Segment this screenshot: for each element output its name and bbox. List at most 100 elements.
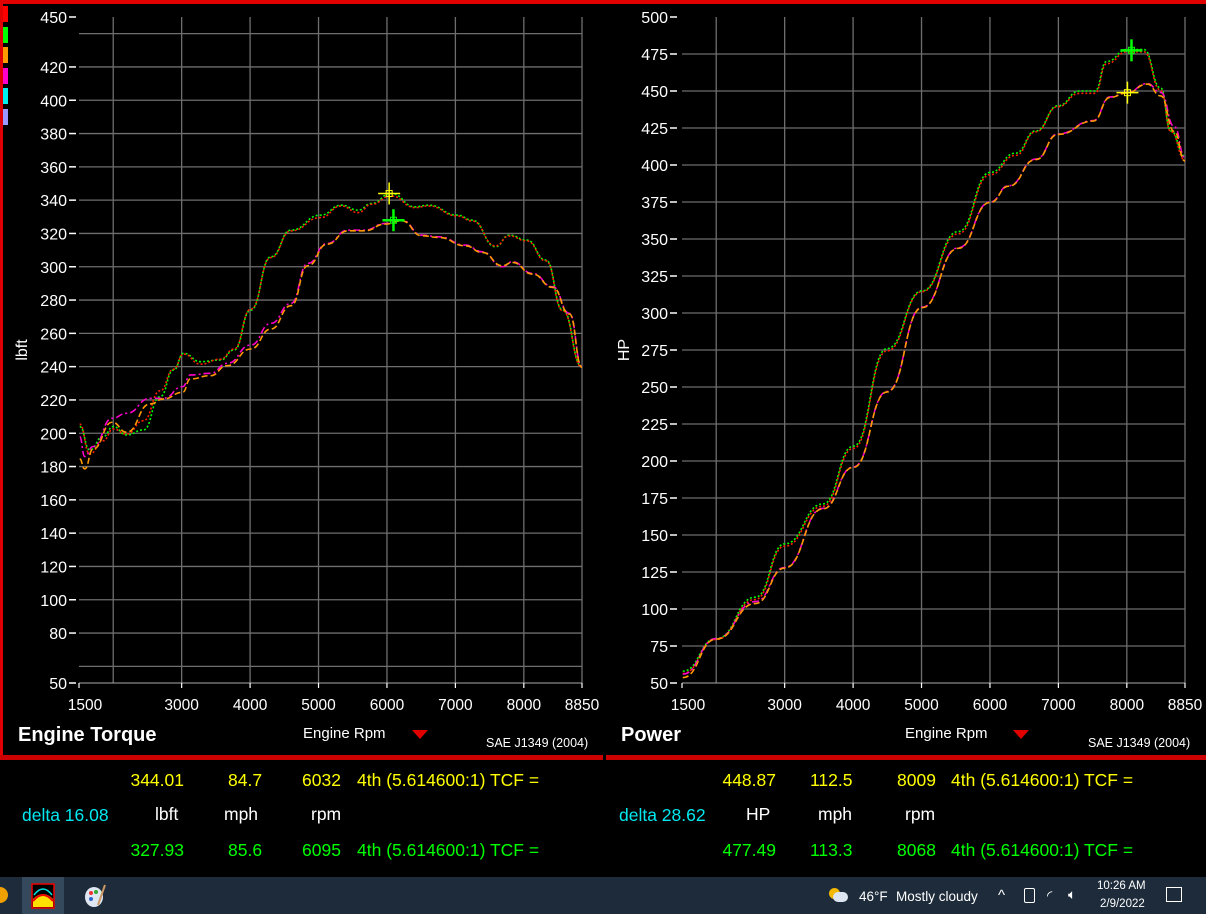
x-tick-label: 8850 [1168, 697, 1203, 714]
separator [0, 755, 603, 760]
y-tick-label: 50 [49, 676, 67, 693]
y-tick-label: 500 [641, 10, 668, 27]
power-chart-title: Power [621, 724, 681, 747]
weather-text[interactable]: Mostly cloudy [896, 889, 978, 904]
y-tick-label: 240 [40, 360, 67, 377]
x-tick-label: 3000 [767, 697, 802, 714]
y-tick-label: 140 [40, 526, 67, 543]
x-tick-label: 1500 [671, 697, 706, 714]
power-lower-value: 477.49 [690, 840, 776, 861]
chrome-icon[interactable] [0, 887, 8, 903]
taskbar: 46°F Mostly cloudy ^ ◜ 🔈︎ 10:26 AM 2/9/2… [0, 877, 1206, 914]
x-tick-label: 4000 [233, 697, 268, 714]
power-delta: delta 28.62 [619, 805, 706, 826]
x-tick-label: 7000 [438, 697, 473, 714]
x-tick-label: 7000 [1041, 697, 1076, 714]
show-hidden-icons-chevron-icon[interactable]: ^ [998, 887, 1005, 904]
y-tick-label: 175 [641, 491, 668, 508]
x-tick-label: 4000 [836, 697, 871, 714]
y-tick-label: 200 [641, 454, 668, 471]
y-tick-label: 340 [40, 193, 67, 210]
y-tick-label: 180 [40, 460, 67, 477]
y-tick-label: 120 [40, 559, 67, 576]
notifications-icon[interactable] [1166, 887, 1182, 902]
y-tick-label: 200 [40, 426, 67, 443]
torque-xaxis-label[interactable]: Engine Rpm [303, 725, 386, 742]
x-tick-label: 6000 [370, 697, 405, 714]
y-tick-label: 380 [40, 127, 67, 144]
x-tick-label: 5000 [301, 697, 336, 714]
y-tick-label: 350 [641, 232, 668, 249]
y-tick-label: 475 [641, 47, 668, 64]
y-tick-label: 420 [40, 60, 67, 77]
taskbar-app-dyno[interactable] [22, 877, 64, 914]
y-tick-label: 75 [650, 639, 668, 656]
series-line-run1-red [80, 196, 582, 454]
series-line-run1-red [683, 52, 1185, 674]
power-xaxis-label[interactable]: Engine Rpm [905, 725, 988, 742]
y-tick-label: 375 [641, 195, 668, 212]
xaxis-dropdown-arrow-icon[interactable] [1013, 730, 1029, 739]
y-tick-label: 400 [40, 93, 67, 110]
y-tick-label: 360 [40, 160, 67, 177]
x-tick-label: 8000 [507, 697, 542, 714]
weather-cloudy-icon[interactable] [829, 888, 847, 901]
rpm-unit: rpm [905, 804, 935, 825]
series-line-run2-magenta [80, 220, 582, 456]
cursor-crosshair [1116, 82, 1138, 104]
power-chart: 5004754504254003753503253002752502252001… [616, 10, 1203, 714]
torque-upper-rpm: 6032 [302, 770, 341, 791]
x-tick-label: 3000 [164, 697, 199, 714]
y-tick-label: 125 [641, 565, 668, 582]
speed-unit: mph [818, 804, 852, 825]
y-tick-label: 100 [641, 602, 668, 619]
y-tick-label: 80 [49, 626, 67, 643]
x-tick-label: 6000 [973, 697, 1008, 714]
y-tick-label: 275 [641, 343, 668, 360]
y-tick-label: 250 [641, 380, 668, 397]
power-upper-gear: 4th (5.614600:1) TCF = [951, 770, 1133, 791]
rpm-unit: rpm [311, 804, 341, 825]
cursor-crosshair [378, 182, 400, 204]
torque-delta: delta 16.08 [22, 805, 109, 826]
series-line-run1-green [683, 50, 1185, 672]
power-lower-speed: 113.3 [810, 840, 853, 861]
xaxis-dropdown-arrow-icon[interactable] [412, 730, 428, 739]
x-tick-label: 8850 [565, 697, 600, 714]
torque-upper-gear: 4th (5.614600:1) TCF = [357, 770, 539, 791]
dyno-charts: 4504204003803603403203002802602402202001… [0, 0, 1206, 760]
power-upper-rpm: 8009 [897, 770, 936, 791]
x-tick-label: 8000 [1110, 697, 1145, 714]
wifi-icon[interactable]: ◜ [1047, 888, 1052, 904]
clock-date[interactable]: 2/9/2022 [1100, 898, 1145, 910]
torque-chart: 4504204003803603403203002802602402202001… [14, 10, 600, 714]
x-tick-label: 1500 [68, 697, 103, 714]
torque-lower-rpm: 6095 [302, 840, 341, 861]
power-lower-gear: 4th (5.614600:1) TCF = [951, 840, 1133, 861]
series-line-run2-magenta [683, 84, 1185, 675]
power-standard-label: SAE J1349 (2004) [1088, 736, 1190, 750]
torque-upper-value: 344.01 [100, 770, 184, 791]
y-tick-label: 280 [40, 293, 67, 310]
volume-icon[interactable]: 🔈︎ [1068, 887, 1076, 903]
y-tick-label: 300 [40, 260, 67, 277]
meet-now-icon[interactable] [1024, 888, 1035, 903]
cursor-crosshair [1120, 39, 1142, 61]
y-tick-label: 325 [641, 269, 668, 286]
power-upper-value: 448.87 [690, 770, 776, 791]
series-line-run2-orange [683, 84, 1185, 677]
separator [606, 755, 1206, 760]
weather-temp[interactable]: 46°F [859, 889, 888, 904]
cursor-crosshair [382, 209, 404, 231]
torque-standard-label: SAE J1349 (2004) [486, 736, 588, 750]
y-tick-label: 400 [641, 158, 668, 175]
torque-lower-speed: 85.6 [228, 840, 262, 861]
y-tick-label: 260 [40, 326, 67, 343]
y-tick-label: 220 [40, 393, 67, 410]
dyno-app-icon [22, 877, 64, 914]
clock-time[interactable]: 10:26 AM [1097, 880, 1146, 892]
y-tick-label: 150 [641, 528, 668, 545]
torque-y-axis-label: lbft [14, 339, 31, 361]
torque-lower-gear: 4th (5.614600:1) TCF = [357, 840, 539, 861]
paint-app-icon[interactable] [80, 877, 110, 914]
